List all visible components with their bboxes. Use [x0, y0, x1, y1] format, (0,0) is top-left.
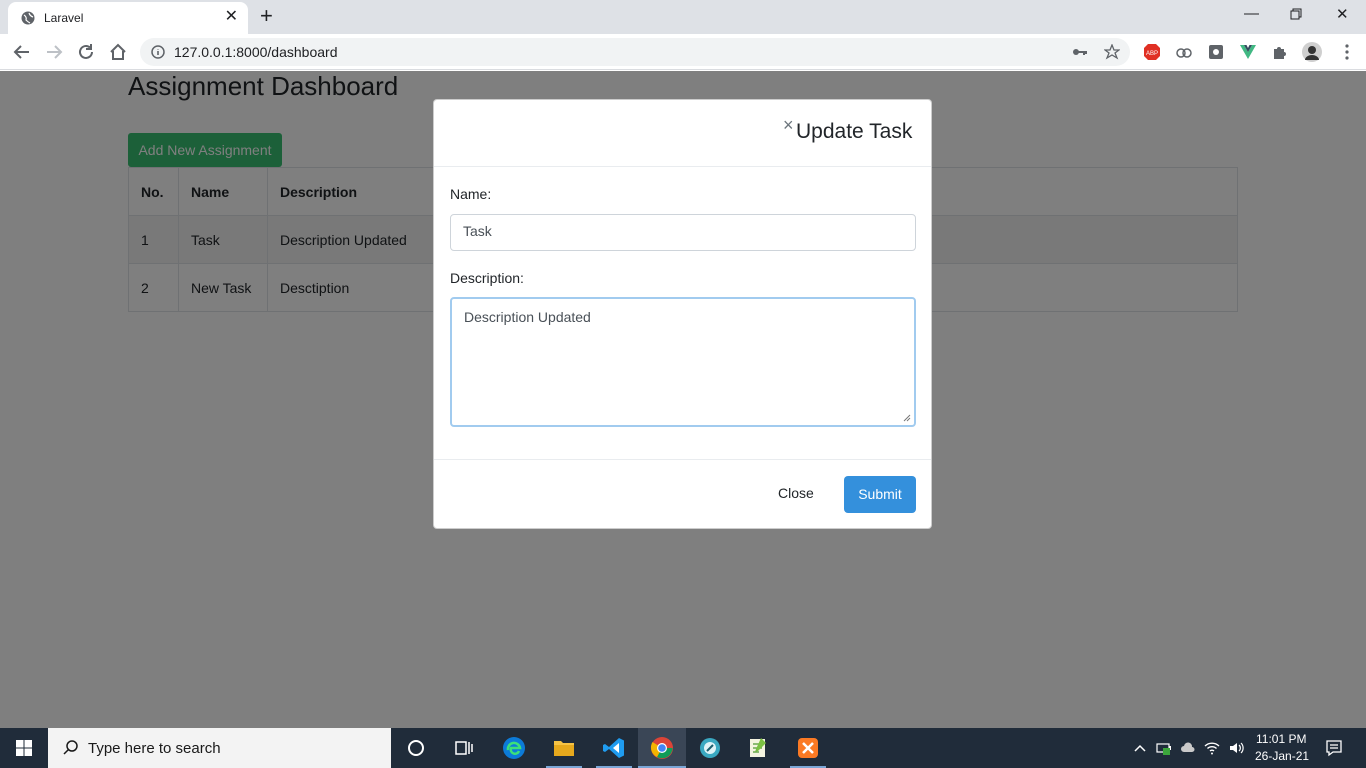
xampp-taskbar-button[interactable]: [784, 728, 832, 768]
clock-date[interactable]: 26-Jan-21: [1255, 749, 1309, 763]
battery-icon[interactable]: [1156, 740, 1172, 756]
modal-title: Update Task: [796, 120, 913, 143]
new-tab-icon[interactable]: +: [260, 5, 273, 27]
description-text: Description Updated: [464, 309, 591, 325]
reload-icon[interactable]: [77, 43, 95, 61]
modal-close-x-icon[interactable]: ×: [783, 115, 794, 136]
minimize-icon[interactable]: —: [1244, 5, 1259, 22]
windows-taskbar: Type here to search 11:01 PM 26-Jan-21: [0, 728, 1366, 768]
profile-avatar-icon[interactable]: [1302, 42, 1322, 62]
info-icon[interactable]: [151, 45, 165, 59]
cortana-icon: [408, 740, 424, 756]
adblock-icon[interactable]: ABP: [1143, 43, 1161, 61]
tab-strip: Laravel ✕ + — ✕: [0, 0, 1366, 34]
app-taskbar-button[interactable]: [686, 728, 734, 768]
update-task-modal: × Update Task Name: Task Description: De…: [433, 99, 932, 529]
name-label: Name:: [450, 186, 492, 202]
clock-time[interactable]: 11:01 PM: [1256, 732, 1306, 746]
modal-footer: Close Submit: [434, 459, 931, 529]
notepad-taskbar-button[interactable]: [734, 728, 782, 768]
resize-handle-icon[interactable]: [903, 414, 911, 422]
home-icon[interactable]: [109, 43, 127, 61]
tab-title: Laravel: [44, 11, 84, 25]
modal-header: × Update Task: [434, 100, 931, 167]
description-textarea[interactable]: Description Updated: [450, 297, 916, 427]
browser-toolbar: 127.0.0.1:8000/dashboard ABP: [0, 34, 1366, 70]
tab-close-icon[interactable]: ✕: [225, 9, 238, 25]
key-icon[interactable]: [1072, 44, 1088, 60]
edge-taskbar-button[interactable]: [490, 728, 538, 768]
star-icon[interactable]: [1104, 44, 1120, 60]
xampp-icon: [798, 738, 818, 758]
taskbar-search-box[interactable]: Type here to search: [48, 728, 391, 768]
description-label: Description:: [450, 270, 524, 286]
windows-start-icon[interactable]: [16, 740, 32, 756]
file-explorer-taskbar-button[interactable]: [540, 728, 588, 768]
cortana-button[interactable]: [392, 728, 440, 768]
back-arrow-icon[interactable]: [13, 43, 31, 61]
svg-text:ABP: ABP: [1146, 51, 1158, 57]
url-text: 127.0.0.1:8000/dashboard: [174, 44, 338, 60]
browser-tab[interactable]: Laravel ✕: [8, 2, 248, 34]
screenshot-extension-icon[interactable]: [1207, 43, 1225, 61]
close-button[interactable]: Close: [778, 485, 814, 501]
volume-icon[interactable]: [1228, 740, 1244, 756]
forward-arrow-icon[interactable]: [45, 43, 63, 61]
search-icon: [63, 740, 78, 755]
cloud-extension-icon[interactable]: [1175, 43, 1193, 61]
address-bar[interactable]: 127.0.0.1:8000/dashboard: [140, 38, 1130, 66]
task-view-button[interactable]: [440, 728, 488, 768]
chrome-taskbar-button[interactable]: [638, 728, 686, 768]
vue-devtools-icon[interactable]: [1239, 43, 1257, 61]
cloud-sync-icon[interactable]: [1180, 740, 1196, 756]
name-input[interactable]: Task: [450, 214, 916, 251]
teal-app-icon: [700, 738, 720, 758]
vscode-taskbar-button[interactable]: [590, 728, 638, 768]
vscode-icon: [603, 738, 624, 758]
edge-icon: [503, 737, 525, 759]
window-close-icon[interactable]: ✕: [1336, 5, 1349, 23]
chrome-icon: [650, 737, 673, 759]
folder-icon: [554, 741, 574, 756]
task-view-icon: [455, 741, 473, 755]
wifi-icon[interactable]: [1204, 740, 1220, 756]
notepad-plus-icon: [750, 738, 766, 757]
notifications-icon[interactable]: [1325, 739, 1343, 757]
more-menu-icon[interactable]: [1338, 43, 1356, 61]
chevron-up-icon[interactable]: [1132, 740, 1148, 756]
submit-button[interactable]: Submit: [844, 476, 916, 513]
search-placeholder: Type here to search: [88, 740, 221, 757]
restore-icon[interactable]: [1290, 8, 1302, 20]
extensions-puzzle-icon[interactable]: [1271, 43, 1289, 61]
globe-icon: [21, 11, 35, 25]
